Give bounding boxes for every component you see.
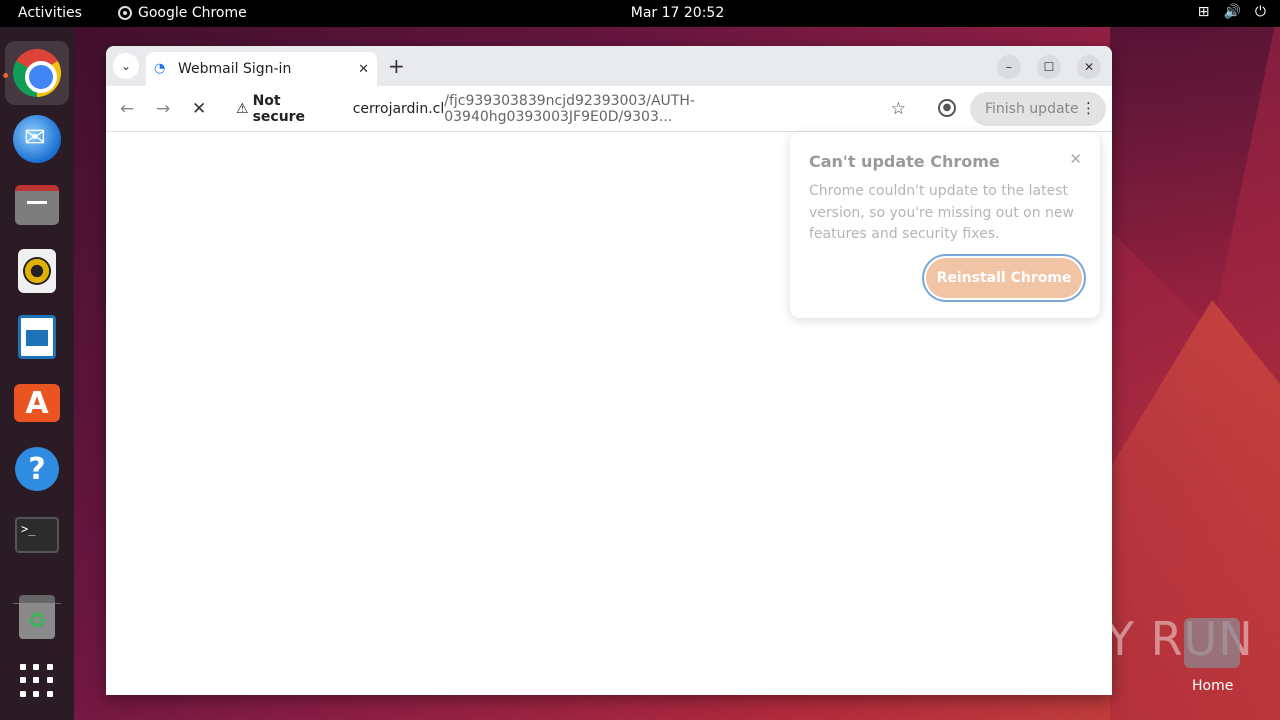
dock-item-writer[interactable]: [5, 305, 69, 369]
chrome-window: ⌄ ◔ Webmail Sign-in ✕ + – ☐ ✕ ← → ✕ ⚠ No…: [106, 46, 1112, 695]
toolbar: ← → ✕ ⚠ Not secure cerrojardin.cl/fjc939…: [106, 86, 1112, 132]
files-icon: [15, 185, 59, 225]
forward-button[interactable]: →: [156, 99, 170, 119]
profile-icon[interactable]: ●: [938, 99, 956, 117]
new-tab-button[interactable]: +: [388, 54, 405, 78]
tab-strip: ⌄ ◔ Webmail Sign-in ✕ + – ☐ ✕: [106, 46, 1112, 86]
address-bar[interactable]: ⚠ Not secure cerrojardin.cl/fjc939303839…: [226, 92, 916, 126]
dock-item-rhythmbox[interactable]: [5, 239, 69, 303]
maximize-button[interactable]: ☐: [1037, 55, 1061, 79]
dock: A ? >_ ♻: [0, 27, 74, 720]
url-path: /fjc939303839ncjd92393003/AUTH-03940hg03…: [444, 93, 695, 125]
tab-title: Webmail Sign-in: [178, 61, 292, 77]
app-grid-icon: [20, 664, 54, 698]
close-icon: ✕: [1083, 60, 1095, 74]
dock-item-app-center[interactable]: A: [5, 371, 69, 435]
top-bar: Activities Google Chrome Mar 17 20:52 ⊞ …: [0, 0, 1280, 27]
loading-favicon-icon: ◔: [154, 61, 166, 76]
close-window-button[interactable]: ✕: [1077, 55, 1101, 79]
tab-search-button[interactable]: ⌄: [113, 53, 139, 79]
popup-body: Chrome couldn't update to the latest ver…: [809, 183, 1074, 242]
rhythmbox-icon: [18, 249, 56, 293]
home-folder-icon[interactable]: [1184, 618, 1240, 668]
help-icon: ?: [15, 447, 59, 491]
bookmark-star-icon[interactable]: ☆: [891, 99, 906, 119]
dock-item-help[interactable]: ?: [5, 437, 69, 501]
app-center-icon: A: [14, 384, 60, 422]
minimize-button[interactable]: –: [997, 55, 1021, 79]
plus-icon: +: [388, 54, 405, 78]
dock-item-thunderbird[interactable]: [5, 107, 69, 171]
thunderbird-icon: [13, 115, 61, 163]
finish-update-label: Finish update: [985, 101, 1079, 117]
terminal-icon: >_: [15, 517, 59, 553]
writer-icon: [18, 315, 56, 359]
url-host: cerrojardin.cl: [352, 101, 445, 117]
show-apps-button[interactable]: [5, 649, 69, 713]
trash-icon: ♻: [19, 595, 55, 639]
volume-icon: 🔊: [1223, 4, 1241, 20]
menu-dots-icon[interactable]: ⋮: [1081, 99, 1096, 117]
dock-item-trash[interactable]: ♻: [5, 585, 69, 649]
dock-item-files[interactable]: [5, 173, 69, 237]
dock-item-chrome[interactable]: [5, 41, 69, 105]
dock-item-terminal[interactable]: >_: [5, 503, 69, 567]
stop-button[interactable]: ✕: [192, 99, 206, 119]
home-label: Home: [1192, 678, 1234, 694]
system-tray[interactable]: ⊞ 🔊 ⏻: [1198, 4, 1266, 20]
arrow-right-icon: →: [156, 99, 171, 119]
clock[interactable]: Mar 17 20:52: [0, 5, 1280, 21]
warning-icon[interactable]: ⚠: [236, 101, 249, 117]
maximize-icon: ☐: [1043, 60, 1055, 74]
finish-update-button[interactable]: Finish update ⋮: [970, 92, 1106, 126]
network-icon: ⊞: [1197, 4, 1210, 20]
minimize-icon: –: [1006, 60, 1012, 74]
back-button[interactable]: ←: [120, 99, 134, 119]
chevron-down-icon: ⌄: [120, 59, 132, 73]
popup-title: Can't update Chrome: [809, 152, 1000, 171]
arrow-left-icon: ←: [120, 99, 135, 119]
close-icon[interactable]: ✕: [1069, 150, 1082, 168]
update-error-popup: Can't update Chrome ✕ Chrome couldn't up…: [790, 132, 1100, 318]
power-icon: ⏻: [1254, 4, 1266, 20]
security-indicator[interactable]: Not secure: [253, 93, 337, 125]
chrome-icon: [13, 49, 61, 97]
tab-webmail[interactable]: ◔ Webmail Sign-in ✕: [146, 52, 377, 86]
reinstall-chrome-button[interactable]: Reinstall Chrome: [926, 258, 1082, 298]
close-icon[interactable]: ✕: [358, 62, 369, 77]
stop-icon: ✕: [192, 99, 207, 119]
